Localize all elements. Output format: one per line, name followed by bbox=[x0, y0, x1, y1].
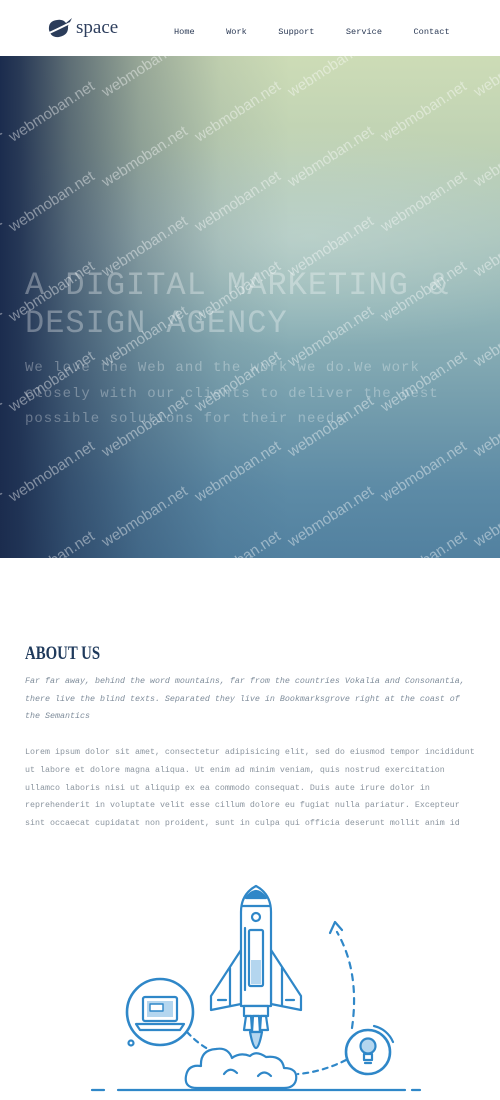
nav-service[interactable]: Service bbox=[346, 24, 382, 40]
watermark-text: webmoban.net bbox=[284, 122, 377, 191]
nav-contact[interactable]: Contact bbox=[414, 24, 450, 40]
hero-banner: A DIGITAL MARKETING & DESIGN AGENCY We l… bbox=[0, 56, 500, 558]
watermark-text: webmoban.net bbox=[191, 77, 284, 146]
main-nav: Home Work Support Service Contact bbox=[174, 24, 450, 40]
nav-support[interactable]: Support bbox=[278, 24, 314, 40]
watermark-text: webmoban.net bbox=[377, 167, 470, 236]
watermark-text: webmoban.net bbox=[377, 77, 470, 146]
rocket-icon bbox=[209, 884, 303, 1050]
watermark-text: webmoban.net bbox=[98, 56, 191, 101]
watermark-text: webmoban.net bbox=[191, 167, 284, 236]
watermark-text: webmoban.net bbox=[98, 482, 191, 551]
watermark-text: webmoban.net bbox=[470, 212, 500, 281]
watermark-text: webmoban.net bbox=[284, 482, 377, 551]
lightbulb-icon bbox=[344, 1024, 395, 1076]
watermark-text: webmoban.net bbox=[0, 302, 5, 371]
sparkle-dot bbox=[127, 1039, 135, 1047]
watermark-text: webmoban.net bbox=[377, 437, 470, 506]
logo-link[interactable]: space bbox=[46, 14, 118, 42]
hero-subtitle: We love the Web and the work we do.We wo… bbox=[25, 360, 439, 427]
logo-text: space bbox=[76, 17, 119, 38]
cloud-icon bbox=[184, 1047, 298, 1090]
watermark-text: webmoban.net bbox=[5, 437, 98, 506]
watermark-text: webmoban.net bbox=[470, 392, 500, 461]
laptop-icon bbox=[125, 977, 195, 1047]
site-header: space Home Work Support Service Contact bbox=[0, 0, 500, 56]
watermark-text: webmoban.net bbox=[192, 528, 284, 558]
watermark-text: webmoban.net bbox=[5, 77, 98, 146]
watermark-text: webmoban.net bbox=[0, 122, 5, 191]
watermark-text: webmoban.net bbox=[191, 437, 284, 506]
hero-title: A DIGITAL MARKETING & DESIGN AGENCY bbox=[25, 266, 450, 342]
rocket-launch-illustration bbox=[90, 884, 422, 1092]
watermark-text: webmoban.net bbox=[378, 528, 470, 558]
watermark-text: webmoban.net bbox=[6, 528, 98, 558]
watermark-text: webmoban.net bbox=[98, 122, 191, 191]
watermark-text: webmoban.net bbox=[0, 56, 5, 101]
dashed-arrow-icon bbox=[328, 920, 356, 1030]
about-intro: Far far away, behind the word mountains,… bbox=[25, 676, 465, 722]
watermark-text: webmoban.net bbox=[470, 56, 500, 101]
space-logo-icon bbox=[46, 18, 72, 38]
about-heading: ABOUT US bbox=[25, 643, 101, 664]
watermark-text: webmoban.net bbox=[470, 302, 500, 371]
watermark-text: webmoban.net bbox=[284, 56, 377, 101]
nav-work[interactable]: Work bbox=[226, 24, 247, 40]
watermark-text: webmoban.net bbox=[470, 482, 500, 551]
nav-home[interactable]: Home bbox=[174, 24, 195, 40]
watermark-text: webmoban.net bbox=[5, 167, 98, 236]
watermark-text: webmoban.net bbox=[0, 482, 5, 551]
watermark-text: webmoban.net bbox=[470, 122, 500, 191]
watermark-text: webmoban.net bbox=[0, 212, 5, 281]
about-body: Lorem ipsum dolor sit amet, consectetur … bbox=[25, 747, 475, 828]
dashed-connector-right bbox=[296, 1058, 348, 1076]
watermark-text: webmoban.net bbox=[0, 392, 5, 461]
